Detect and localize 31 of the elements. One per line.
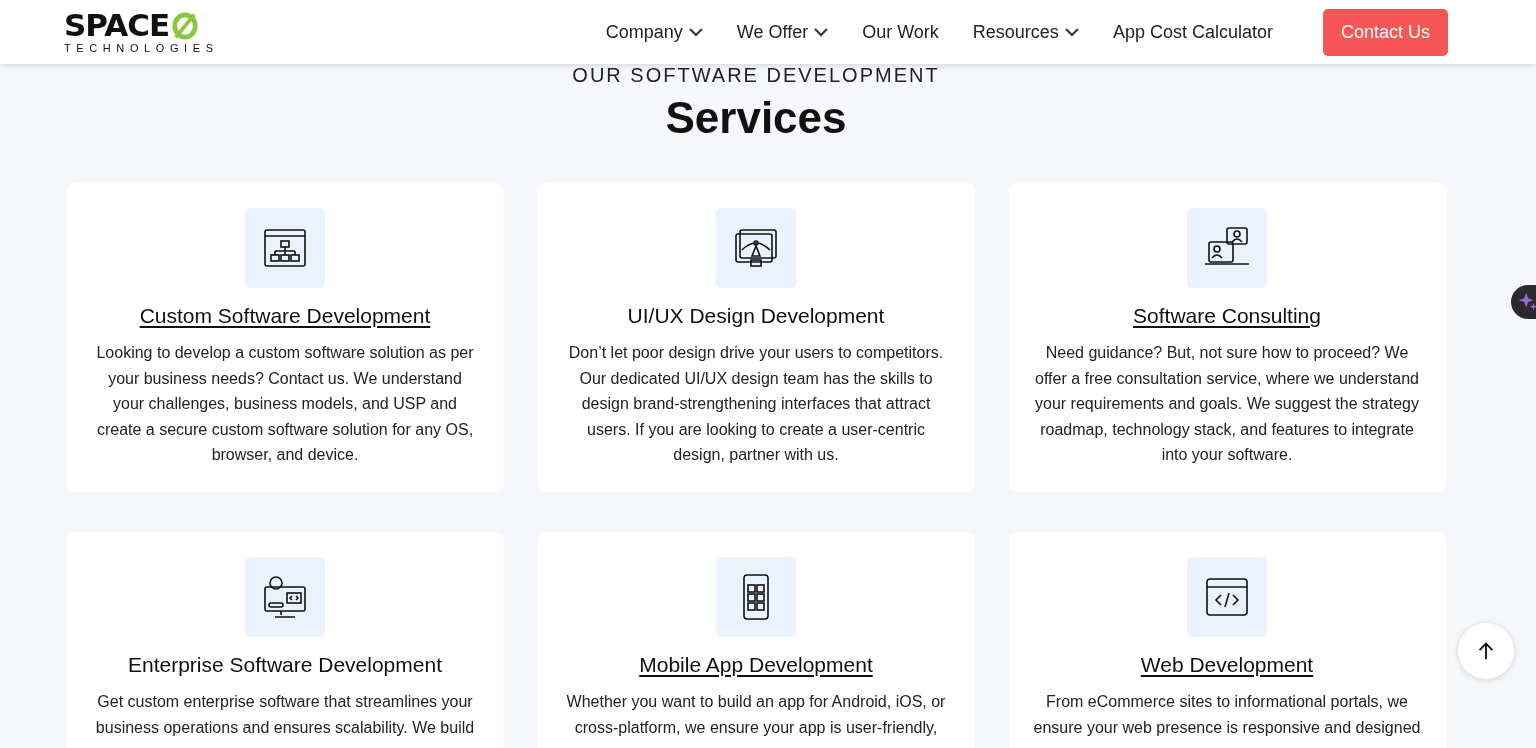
scroll-top-button[interactable] bbox=[1458, 623, 1514, 679]
ring-logo-icon bbox=[171, 10, 200, 41]
service-title: Enterprise Software Development bbox=[128, 653, 442, 677]
chevron-down-icon bbox=[1064, 27, 1079, 37]
service-description: From eCommerce sites to informational portals, we ensure your web presence is responsive and designed bbox=[1032, 692, 1422, 738]
service-description: Don’t let poor design drive your users to competitors. Our dedicated UI/UX design team has the skills to design brand-strengthening interfaces that attract users. If you are looking to create a user-centric design, partner with us. bbox=[567, 343, 945, 466]
service-link[interactable]: Web Development bbox=[1140, 653, 1314, 677]
service-link[interactable]: Software Consulting bbox=[1133, 304, 1321, 328]
sparkle-icon bbox=[1517, 291, 1536, 313]
section-eyebrow: OUR SOFTWARE DEVELOPMENT bbox=[572, 64, 940, 87]
smartphone-grid-icon bbox=[716, 557, 796, 637]
chevron-down-icon bbox=[688, 27, 703, 37]
pen-tool-window-icon bbox=[716, 208, 796, 288]
service-description: Whether you want to build an app for Android, iOS, or cross-platform, we ensure your app is user-friendly, bbox=[565, 692, 947, 738]
service-link[interactable]: Mobile App Development bbox=[639, 653, 873, 677]
chevron-down-icon bbox=[814, 27, 829, 37]
section-title: Services bbox=[665, 93, 847, 143]
service-description: Looking to develop a custom software solution as per your business needs? Contact us. We understand your challenges, business models, and USP and create a secure custom software solution for any OS, browser, and device. bbox=[95, 343, 475, 466]
service-description: Get custom enterprise software that streamlines your business operations and ensures scalability. We build bbox=[94, 692, 476, 738]
service-description: Need guidance? But, not sure how to proceed? We offer a free consultation service, where we understand your requirements and goals. We suggest the strategy roadmap, technology stack, and features to integrate into your software. bbox=[1034, 343, 1420, 466]
logo[interactable]: SPACE TECHNOLOGIES bbox=[64, 10, 219, 54]
sitemap-window-icon bbox=[245, 208, 325, 288]
service-link[interactable]: Custom Software Development bbox=[139, 304, 431, 328]
nav-link[interactable]: App Cost Calculator bbox=[1112, 21, 1273, 43]
nav-link[interactable]: Resources bbox=[972, 21, 1079, 43]
nav-link[interactable]: Company bbox=[605, 21, 703, 43]
nav-link[interactable]: We Offer bbox=[736, 21, 829, 43]
service-title: UI/UX Design Development bbox=[627, 304, 885, 328]
code-window-icon bbox=[1187, 557, 1267, 637]
video-call-laptop-icon bbox=[1187, 208, 1267, 288]
nav-link[interactable]: Our Work bbox=[862, 21, 939, 43]
